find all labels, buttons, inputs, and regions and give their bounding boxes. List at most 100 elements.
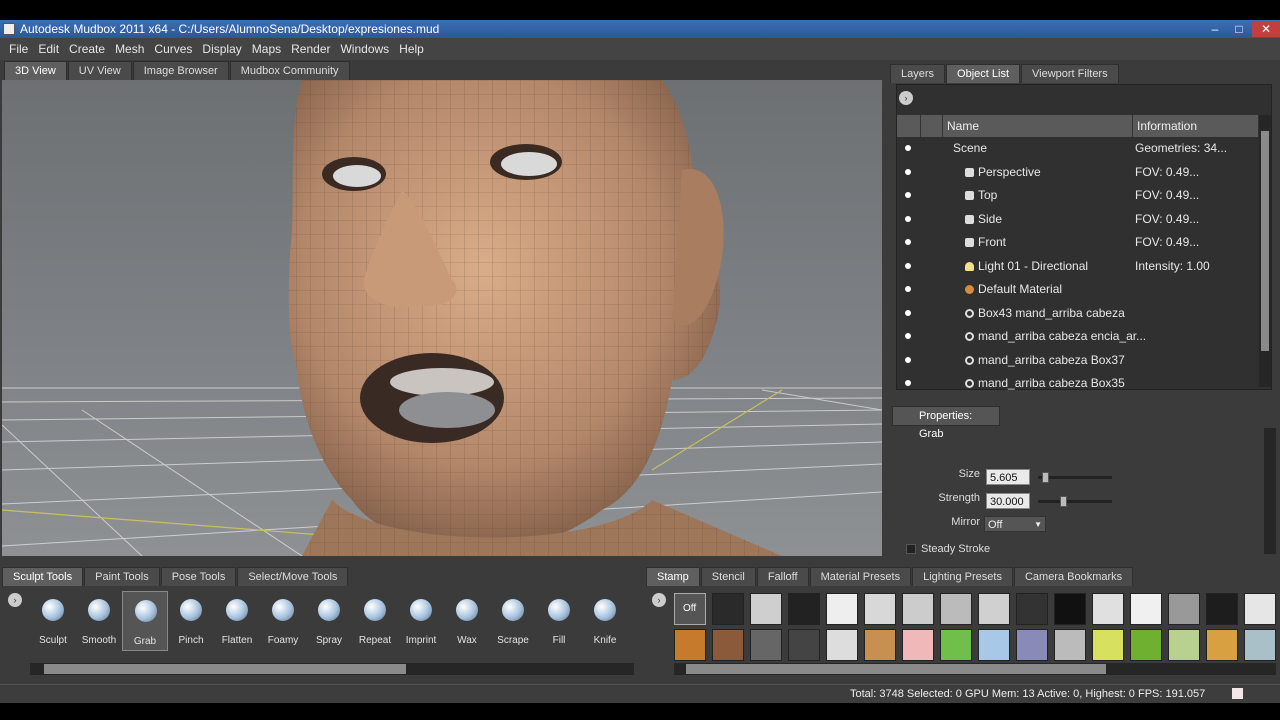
menu-edit[interactable]: Edit [33,42,64,56]
tab-stencil[interactable]: Stencil [700,567,756,586]
stamp-thumbnail[interactable] [902,629,934,661]
visibility-dot-icon[interactable] [905,192,911,198]
expand-arrow-icon[interactable]: › [899,91,913,105]
stamp-thumbnail[interactable] [902,593,934,625]
menu-create[interactable]: Create [64,42,110,56]
visibility-dot-icon[interactable] [905,168,911,175]
visibility-dot-icon[interactable] [905,286,911,292]
visibility-dot-icon[interactable] [905,333,911,339]
stamp-thumbnail[interactable] [1206,629,1238,661]
tab-pose-tools[interactable]: Pose Tools [160,567,237,586]
tab-lighting-presets[interactable]: Lighting Presets [912,567,1013,586]
tab-uv-view[interactable]: UV View [67,61,132,80]
stamp-thumbnail[interactable] [1016,629,1048,661]
stamp-thumbnail[interactable] [1244,593,1276,625]
maximize-button[interactable]: □ [1228,21,1250,37]
stamp-thumbnail[interactable] [1168,629,1200,661]
tool-spray[interactable]: Spray [306,591,352,651]
object-list-scrollbar-thumb[interactable] [1261,131,1269,351]
visibility-dot-icon[interactable] [905,145,911,151]
mirror-dropdown[interactable]: Off ▼ [984,516,1046,532]
tool-grab[interactable]: Grab [122,591,168,651]
stamp-thumbnail[interactable] [978,629,1010,661]
column-information[interactable]: Information [1133,115,1259,137]
stamp-thumbnail[interactable] [978,593,1010,625]
tab-stamp[interactable]: Stamp [646,567,700,586]
stamp-thumbnail[interactable] [712,629,744,661]
object-list-row[interactable]: Default Material [897,278,1259,301]
menu-file[interactable]: File [4,42,33,56]
stamp-thumbnail[interactable] [788,629,820,661]
lock-column-icon[interactable] [921,115,943,137]
size-slider[interactable] [1038,476,1112,479]
menu-render[interactable]: Render [286,42,335,56]
menu-help[interactable]: Help [394,42,429,56]
stamp-thumbnail[interactable] [750,629,782,661]
menu-display[interactable]: Display [197,42,246,56]
object-list-row[interactable]: mand_arriba cabeza Box37 [897,349,1259,372]
stamp-thumbnail[interactable] [712,593,744,625]
object-list-row[interactable]: Top FOV: 0.49... [897,184,1259,207]
steady-stroke-checkbox[interactable] [906,544,916,554]
visibility-dot-icon[interactable] [905,309,911,316]
visibility-dot-icon[interactable] [905,215,911,222]
stamp-scrollbar-thumb[interactable] [686,664,1106,674]
visibility-dot-icon[interactable] [905,262,911,269]
object-list-row[interactable]: Box43 mand_arriba cabeza [897,302,1259,325]
tools-scrollbar-thumb[interactable] [44,664,406,674]
tool-smooth[interactable]: Smooth [76,591,122,651]
tab-camera-bookmarks[interactable]: Camera Bookmarks [1013,567,1134,586]
tool-wax[interactable]: Wax [444,591,490,651]
object-list-row[interactable]: mand_arriba cabeza encia_ar... [897,325,1259,348]
stamp-thumbnail[interactable] [674,629,706,661]
stamp-options-icon[interactable]: › [652,593,666,607]
tray-options-icon[interactable]: › [8,593,22,607]
tool-sculpt[interactable]: Sculpt [30,591,76,651]
size-slider-handle[interactable] [1041,472,1049,483]
tab-layers[interactable]: Layers [890,64,946,83]
stamp-scrollbar[interactable] [674,663,1276,675]
tab-sculpt-tools[interactable]: Sculpt Tools [2,567,84,586]
object-list-row[interactable]: mand_arriba cabeza Box35 [897,372,1259,395]
menu-mesh[interactable]: Mesh [110,42,149,56]
stamp-thumbnail[interactable] [864,629,896,661]
tools-scrollbar[interactable] [30,663,634,675]
tab-object-list[interactable]: Object List [946,64,1020,83]
strength-slider-handle[interactable] [1060,496,1068,507]
tab-viewport-filters[interactable]: Viewport Filters [1021,64,1119,83]
stamp-thumbnail[interactable] [1130,593,1162,625]
tool-repeat[interactable]: Repeat [352,591,398,651]
stamp-thumbnail[interactable] [940,629,972,661]
minimize-button[interactable]: – [1204,21,1226,37]
stamp-thumbnail[interactable] [826,593,858,625]
stamp-thumbnail[interactable] [750,593,782,625]
visibility-dot-icon[interactable] [905,356,911,363]
stamp-thumbnail[interactable] [1092,593,1124,625]
tool-foamy[interactable]: Foamy [260,591,306,651]
tool-knife[interactable]: Knife [582,591,628,651]
tab-3d-view[interactable]: 3D View [4,61,67,80]
properties-tab[interactable]: Properties: Grab [892,406,1000,440]
tab-image-browser[interactable]: Image Browser [132,61,229,80]
stamp-thumbnail[interactable] [1244,629,1276,661]
3d-viewport[interactable] [2,80,882,556]
tool-flatten[interactable]: Flatten [214,591,260,651]
tab-select-move-tools[interactable]: Select/Move Tools [237,567,349,586]
stamp-thumbnail[interactable] [1206,593,1238,625]
menu-windows[interactable]: Windows [335,42,394,56]
close-button[interactable]: ✕ [1252,21,1280,37]
object-list-scrollbar[interactable] [1259,115,1271,387]
stamp-thumbnail[interactable] [826,629,858,661]
stamp-thumbnail[interactable] [864,593,896,625]
stamp-off-button[interactable]: Off [674,593,706,625]
object-list-row[interactable]: Perspective FOV: 0.49... [897,161,1259,184]
tool-fill[interactable]: Fill [536,591,582,651]
tab-falloff[interactable]: Falloff [756,567,809,586]
stamp-thumbnail[interactable] [1016,593,1048,625]
visibility-dot-icon[interactable] [905,239,911,245]
object-list-row[interactable]: Front FOV: 0.49... [897,231,1259,254]
object-list-row[interactable]: Scene Geometries: 34... [897,137,1259,160]
strength-field[interactable]: 30.000 [986,493,1030,509]
tool-scrape[interactable]: Scrape [490,591,536,651]
stamp-thumbnail[interactable] [1130,629,1162,661]
